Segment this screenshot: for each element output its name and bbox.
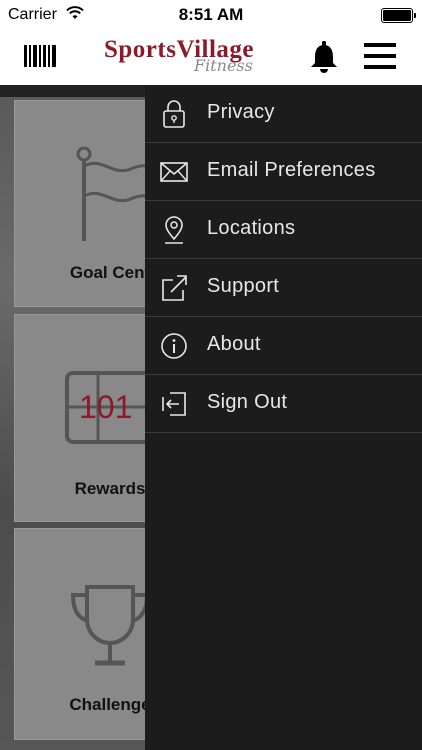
challenges-tile[interactable]: Challenge — [14, 528, 166, 740]
drawer-item-sign-out[interactable]: Sign Out — [145, 375, 422, 433]
drawer-item-label: Email Preferences — [207, 159, 376, 181]
app-header: SportsVillage Fitness — [0, 28, 422, 85]
goal-center-tile[interactable]: Goal Cent — [14, 100, 166, 307]
drawer-item-about[interactable]: About — [145, 317, 422, 375]
drawer-item-support[interactable]: Support — [145, 259, 422, 317]
drawer-item-label: Support — [207, 275, 280, 297]
battery-icon — [381, 8, 416, 23]
brand-logo: SportsVillage Fitness — [104, 36, 294, 80]
sign-out-icon — [162, 392, 186, 416]
drawer-item-label: Privacy — [207, 101, 275, 123]
trophy-icon — [70, 585, 150, 666]
lock-icon — [163, 100, 185, 128]
drawer-item-locations[interactable]: Locations — [145, 201, 422, 259]
rewards-counter-value: 101 — [79, 389, 133, 425]
drawer-item-label: Sign Out — [207, 391, 288, 413]
rewards-tile[interactable]: 101 Rewards — [14, 314, 166, 522]
clock: 8:51 AM — [178, 5, 244, 24]
barcode-icon[interactable] — [24, 45, 56, 67]
drawer-item-privacy[interactable]: Privacy — [145, 85, 422, 143]
status-bar: Carrier 8:51 AM — [0, 0, 422, 28]
info-icon — [161, 333, 187, 359]
location-pin-icon — [165, 216, 183, 244]
drawer-item-label: Locations — [207, 217, 296, 239]
side-drawer: Privacy Email Preferences Locations Supp… — [145, 85, 422, 750]
external-link-icon — [162, 275, 187, 301]
envelope-icon — [160, 162, 188, 182]
bell-icon[interactable] — [308, 40, 340, 74]
drawer-item-email-preferences[interactable]: Email Preferences — [145, 143, 422, 201]
hamburger-menu-icon[interactable] — [364, 43, 396, 71]
logo-sub-text: Fitness — [194, 56, 253, 75]
drawer-item-label: About — [207, 333, 261, 355]
